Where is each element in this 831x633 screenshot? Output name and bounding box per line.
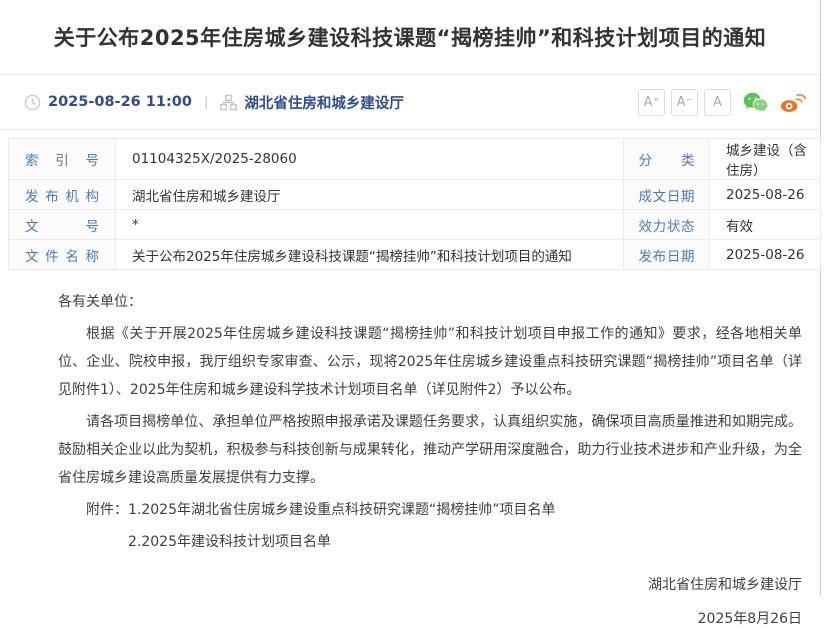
table-row: 发布机构 湖北省住房和城乡建设厅 成文日期 2025-08-26 bbox=[9, 180, 821, 210]
font-increase-button[interactable]: A⁺ bbox=[638, 89, 665, 116]
field-label-publish-date: 发布日期 bbox=[624, 240, 710, 270]
field-label-doc-title: 文件名称 bbox=[9, 240, 116, 270]
field-label-index-number: 索引号 bbox=[9, 139, 116, 180]
toolbar: A⁺ A⁻ A bbox=[632, 89, 806, 116]
field-value-written-date: 2025-08-26 bbox=[710, 180, 821, 210]
article-page: 关于公布2025年住房城乡建设科技课题“揭榜挂帅”和科技计划项目的通知 2025… bbox=[0, 0, 821, 596]
attachment-line-2: 2.2025年建设科技计划项目名单 bbox=[58, 528, 802, 556]
field-label-issuing-agency: 发布机构 bbox=[9, 180, 116, 210]
meta-separator: | bbox=[204, 95, 208, 110]
field-value-publish-date: 2025-08-26 bbox=[710, 240, 821, 270]
page-title: 关于公布2025年住房城乡建设科技课题“揭榜挂帅”和科技计划项目的通知 bbox=[54, 22, 767, 52]
font-reset-button[interactable]: A bbox=[704, 89, 731, 116]
salutation: 各有关单位： bbox=[58, 288, 802, 316]
field-label-category: 分类 bbox=[624, 139, 710, 180]
clock-icon bbox=[24, 94, 41, 111]
field-value-doc-title: 关于公布2025年住房城乡建设科技课题“揭榜挂帅”和科技计划项目的通知 bbox=[116, 240, 624, 270]
field-value-issuing-agency: 湖北省住房和城乡建设厅 bbox=[116, 180, 624, 210]
document-info-table: 索引号 01104325X/2025-28060 分类 城乡建设（含住房） 发布… bbox=[8, 138, 821, 270]
table-row: 文件名称 关于公布2025年住房城乡建设科技课题“揭榜挂帅”和科技计划项目的通知… bbox=[9, 240, 821, 270]
field-label-written-date: 成文日期 bbox=[624, 180, 710, 210]
paragraph: 根据《关于开展2025年住房城乡建设科技课题“揭榜挂帅”和科技计划项目申报工作的… bbox=[58, 320, 802, 404]
field-value-doc-number: * bbox=[116, 210, 624, 240]
wechat-share-icon[interactable] bbox=[743, 92, 768, 113]
source-name: 湖北省住房和城乡建设厅 bbox=[244, 92, 404, 113]
document-body: 各有关单位： 根据《关于开展2025年住房城乡建设科技课题“揭榜挂帅”和科技计划… bbox=[0, 270, 820, 633]
title-block: 关于公布2025年住房城乡建设科技课题“揭榜挂帅”和科技计划项目的通知 bbox=[0, 0, 820, 75]
field-value-index-number: 01104325X/2025-28060 bbox=[116, 139, 624, 180]
meta-info: 2025-08-26 11:00 | 湖北省住房和城乡建设厅 bbox=[24, 92, 404, 113]
sitemap-icon bbox=[220, 94, 237, 111]
field-label-doc-number: 文号 bbox=[9, 210, 116, 240]
paragraph: 请各项目揭榜单位、承担单位严格按照申报承诺及课题任务要求，认真组织实施，确保项目… bbox=[58, 408, 802, 492]
table-row: 文号 * 效力状态 有效 bbox=[9, 210, 821, 240]
attachment-line-1: 附件：1.2025年湖北省住房城乡建设重点科技研究课题“揭榜挂帅”项目名单 bbox=[58, 496, 802, 524]
field-value-category: 城乡建设（含住房） bbox=[710, 139, 821, 180]
signature-agency: 湖北省住房和城乡建设厅 bbox=[58, 571, 802, 599]
signature-date: 2025年8月26日 bbox=[58, 605, 802, 633]
field-label-validity-status: 效力状态 bbox=[624, 210, 710, 240]
meta-bar: 2025-08-26 11:00 | 湖北省住房和城乡建设厅 A⁺ A⁻ A bbox=[0, 75, 820, 130]
weibo-share-icon[interactable] bbox=[780, 92, 806, 113]
font-decrease-button[interactable]: A⁻ bbox=[671, 89, 698, 116]
table-row: 索引号 01104325X/2025-28060 分类 城乡建设（含住房） bbox=[9, 139, 821, 180]
field-value-validity-status: 有效 bbox=[710, 210, 821, 240]
publish-datetime: 2025-08-26 11:00 bbox=[48, 94, 192, 110]
